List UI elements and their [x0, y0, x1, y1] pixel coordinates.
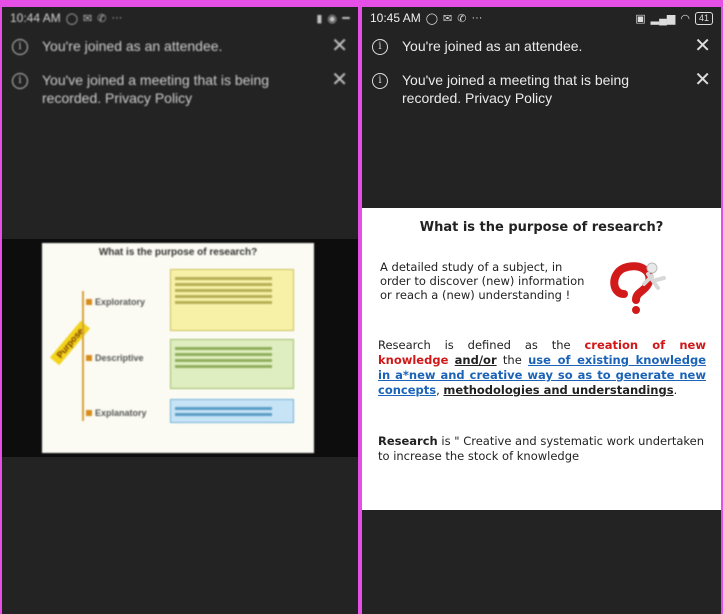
- item-exploratory: Exploratory: [86, 297, 145, 307]
- status-time: 10:44 AM: [10, 11, 61, 25]
- data-saver-icon: ▣: [635, 12, 646, 25]
- bullet-icon: [86, 355, 92, 361]
- presentation-slide: What is the purpose of research? A detai…: [362, 208, 721, 510]
- whatsapp-icon: ◯: [425, 12, 439, 25]
- signal-icon: ▮: [316, 12, 323, 25]
- signal-icon: ▂▄▆: [650, 12, 676, 25]
- bullet-icon: [86, 299, 92, 305]
- research-definition: A detailed study of a subject, in order …: [380, 260, 585, 302]
- notice-text: You've joined a meeting that is being re…: [42, 72, 270, 106]
- status-bar: 10:45 AM ◯ ✉ ✆ ··· ▣ ▂▄▆ ◠ 41: [362, 7, 721, 29]
- explanatory-box: [170, 399, 294, 423]
- wifi-icon: ◠: [680, 12, 690, 25]
- more-icon: ···: [471, 12, 483, 24]
- research-creative-paragraph: Research is " Creative and systematic wo…: [378, 434, 704, 463]
- close-icon[interactable]: ✕: [694, 36, 711, 56]
- notice-text: You're joined as an attendee.: [402, 38, 583, 54]
- descriptive-box: [170, 339, 294, 389]
- close-icon[interactable]: ✕: [331, 36, 348, 56]
- notice-text: You've joined a meeting that is being re…: [402, 72, 630, 106]
- mail-icon: ✉: [443, 12, 453, 25]
- info-icon: i: [372, 73, 388, 89]
- status-time: 10:45 AM: [370, 11, 421, 25]
- item-explanatory: Explanatory: [86, 408, 147, 418]
- battery-icon: 41: [694, 11, 713, 25]
- connector-line: [82, 291, 84, 421]
- notice-recorded: i You've joined a meeting that is being …: [2, 63, 358, 115]
- info-icon: i: [12, 39, 28, 55]
- status-bar: 10:44 AM ◯ ✉ ✆ ··· ▮ ◉: [2, 7, 358, 29]
- slide-title: What is the purpose of research?: [98, 247, 258, 258]
- phone-icon: ✆: [457, 12, 467, 25]
- close-icon[interactable]: ✕: [694, 70, 711, 90]
- mail-icon: ✉: [83, 12, 93, 25]
- item-descriptive: Descriptive: [86, 353, 144, 363]
- bullet-icon: [86, 410, 92, 416]
- close-icon[interactable]: ✕: [331, 70, 348, 90]
- notice-recorded: i You've joined a meeting that is being …: [362, 63, 721, 115]
- research-defined-paragraph: Research is defined as the creation of n…: [378, 338, 706, 397]
- notice-attendee: i You're joined as an attendee. ✕: [362, 29, 721, 63]
- phone-icon: ✆: [97, 12, 107, 25]
- shared-screen-area: What is the purpose of research? Purpose…: [2, 239, 358, 457]
- left-phone-screen: 10:44 AM ◯ ✉ ✆ ··· ▮ ◉ i You're joined a…: [2, 7, 358, 614]
- info-icon: i: [12, 73, 28, 89]
- notice-text: You're joined as an attendee.: [42, 38, 223, 54]
- purpose-label: Purpose: [49, 320, 91, 366]
- wifi-icon: ◉: [327, 12, 337, 25]
- question-mark-figure-icon: [610, 262, 666, 314]
- info-icon: i: [372, 39, 388, 55]
- slide-title: What is the purpose of research?: [419, 220, 664, 235]
- exploratory-box: [170, 269, 294, 331]
- more-icon: ···: [111, 12, 123, 24]
- presentation-slide: What is the purpose of research? Purpose…: [42, 243, 314, 453]
- battery-icon: [342, 17, 350, 19]
- right-phone-screen: 10:45 AM ◯ ✉ ✆ ··· ▣ ▂▄▆ ◠ 41 i You're j…: [362, 7, 721, 614]
- notice-attendee: i You're joined as an attendee. ✕: [2, 29, 358, 63]
- whatsapp-icon: ◯: [65, 12, 79, 25]
